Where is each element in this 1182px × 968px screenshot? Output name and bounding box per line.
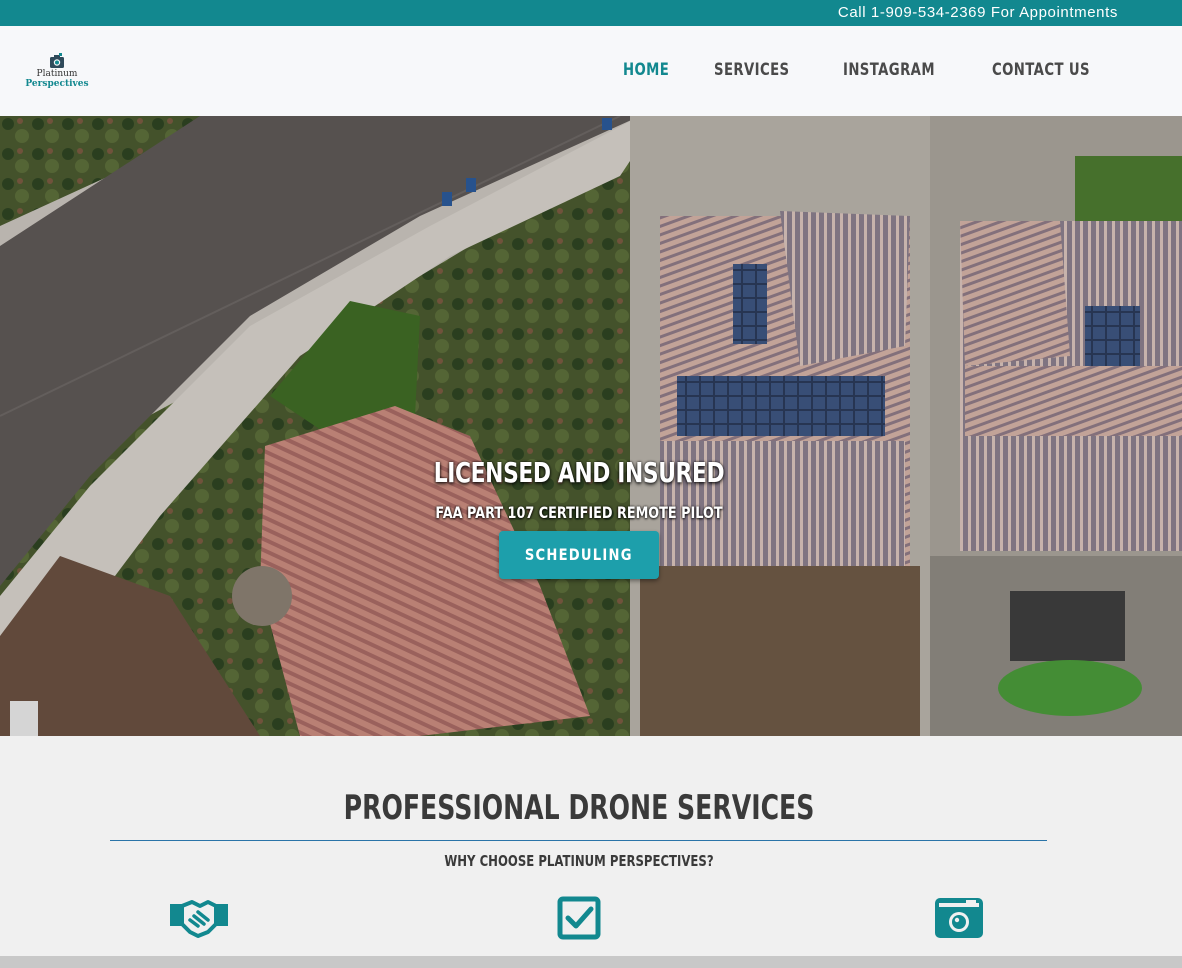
- hero-aerial-image: [0, 116, 1182, 736]
- top-bar: Call 1-909-534-2369 For Appointments: [0, 0, 1182, 26]
- handshake-icon: [170, 900, 228, 938]
- nav-item-contact-us[interactable]: CONTACT US: [992, 60, 1090, 80]
- divider: [110, 840, 1047, 841]
- appointment-phone-text[interactable]: Call 1-909-534-2369 For Appointments: [838, 4, 1118, 21]
- logo[interactable]: Platinum Perspectives: [22, 52, 92, 92]
- bottom-scroll-bar: [0, 956, 1182, 968]
- checkbox-icon: [557, 896, 601, 940]
- nav-item-home[interactable]: HOME: [623, 60, 669, 80]
- camera-icon: [935, 898, 983, 938]
- scheduling-button[interactable]: SCHEDULING: [499, 531, 659, 579]
- logo-text-line2: Perspectives: [25, 79, 89, 89]
- nav-item-instagram[interactable]: INSTAGRAM: [843, 60, 935, 80]
- hero-section: LICENSED AND INSURED FAA PART 107 CERTIF…: [0, 116, 1182, 736]
- hero-subtitle: FAA PART 107 CERTIFIED REMOTE PILOT: [435, 503, 723, 522]
- site-header: Platinum Perspectives HOME SERVICES INST…: [0, 26, 1182, 116]
- services-title: PROFESSIONAL DRONE SERVICES: [343, 788, 815, 828]
- services-section: PROFESSIONAL DRONE SERVICES WHY CHOOSE P…: [0, 736, 1182, 956]
- logo-text-line1: Platinum: [36, 69, 78, 79]
- services-subtitle: WHY CHOOSE PLATINUM PERSPECTIVES?: [444, 852, 714, 870]
- hero-title: LICENSED AND INSURED: [433, 456, 725, 489]
- main-nav: HOME SERVICES INSTAGRAM CONTACT US: [623, 60, 1118, 80]
- logo-camera-icon: [50, 53, 64, 68]
- scheduling-button-label: SCHEDULING: [525, 545, 633, 564]
- nav-item-services[interactable]: SERVICES: [714, 60, 789, 80]
